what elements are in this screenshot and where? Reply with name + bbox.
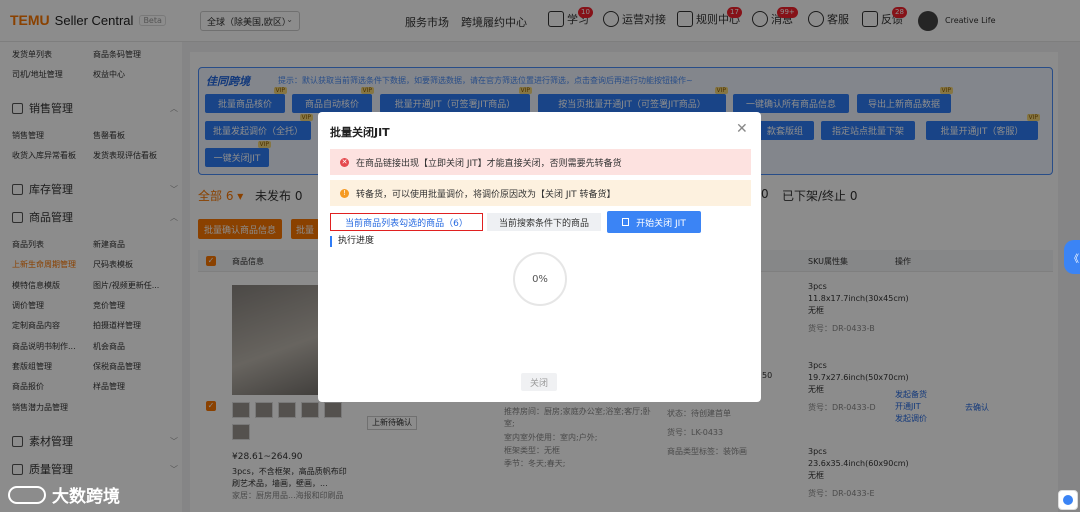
tab-selected-goods[interactable]: 当前商品列表勾选的商品（6）	[330, 213, 483, 231]
watermark-text: 大数跨境	[52, 487, 120, 507]
close-icon[interactable]: ✕	[736, 121, 748, 137]
start-close-jit-label: 开始关闭 JIT	[636, 218, 686, 229]
progress-value: 0%	[532, 273, 548, 285]
watermark-logo: 大数跨境	[8, 482, 120, 507]
error-icon: ✕	[340, 157, 349, 167]
side-expand-button[interactable]: 《	[1064, 240, 1080, 274]
tab-search-goods[interactable]: 当前搜索条件下的商品	[487, 213, 601, 231]
progress-label: 执行进度	[330, 236, 374, 247]
warning-icon: !	[340, 188, 349, 198]
progress-circle: 0%	[513, 252, 567, 306]
alert-error-text: 在商品链接出现【立即关闭 JIT】才能直接关闭，否则需要先转备货	[356, 158, 622, 169]
close-jit-modal: 批量关闭JIT ✕ ✕ 在商品链接出现【立即关闭 JIT】才能直接关闭，否则需要…	[318, 112, 761, 402]
close-button[interactable]: 关闭	[521, 373, 557, 391]
watermark-icon	[8, 485, 46, 504]
save-icon	[622, 218, 630, 226]
assistant-icon	[1063, 495, 1073, 505]
helper-widget[interactable]	[1058, 490, 1078, 510]
alert-warning: ! 转备货，可以使用批量调价，将调价原因改为【关闭 JIT 转备货】	[330, 180, 751, 206]
alert-warning-text: 转备货，可以使用批量调价，将调价原因改为【关闭 JIT 转备货】	[356, 189, 616, 200]
alert-error: ✕ 在商品链接出现【立即关闭 JIT】才能直接关闭，否则需要先转备货	[330, 149, 751, 175]
modal-title: 批量关闭JIT	[330, 126, 390, 139]
start-close-jit-button[interactable]: 开始关闭 JIT	[607, 211, 701, 233]
